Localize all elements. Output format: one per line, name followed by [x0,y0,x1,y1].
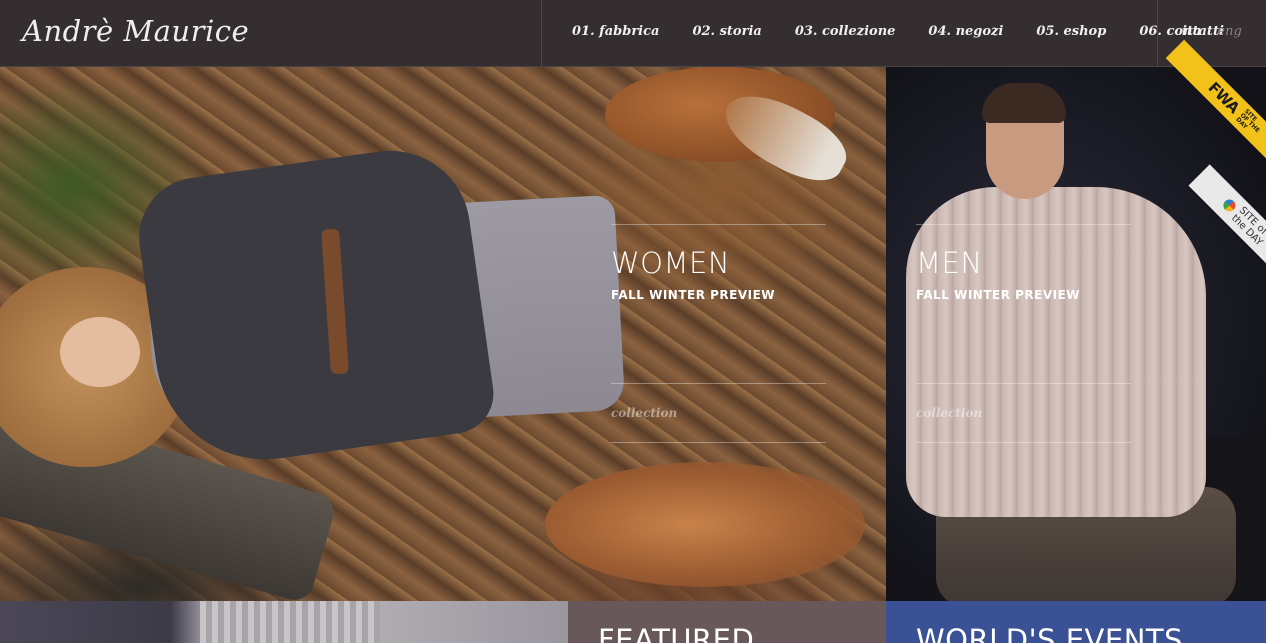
men-title: MEN [916,246,983,280]
lang-eng[interactable]: eng [1217,24,1241,39]
featured-tile[interactable]: FEATURED [568,601,886,643]
nav-item-collezione[interactable]: 03. collezione [795,24,896,39]
lang-ita[interactable]: ita [1182,24,1201,39]
photo-model-face [60,317,140,387]
men-rule-top [916,224,1131,225]
site-logo[interactable]: Andrè Maurice [22,14,249,48]
nav-item-negozi[interactable]: 04. negozi [928,24,1003,39]
site-header: Andrè Maurice 01. fabbrica 02. storia 03… [0,0,1266,67]
header-divider-right [1157,0,1158,66]
language-switcher: ita eng [1182,24,1242,39]
site-of-the-day-icon [1221,197,1239,215]
men-collection-link[interactable]: collection [916,406,982,420]
world-events-tile[interactable]: WORLD'S EVENTS [886,601,1266,643]
photo-model-cape [131,140,499,474]
women-collection-panel[interactable]: WOMEN FALL WINTER PREVIEW collection [0,67,886,601]
women-rule-bottom [611,442,826,443]
women-collection-link[interactable]: collection [611,406,677,420]
women-title: WOMEN [611,246,731,280]
nav-item-eshop[interactable]: 05. eshop [1036,24,1106,39]
women-rule-top [611,224,826,225]
men-rule-middle [916,383,1131,384]
photo-fox-bottom [545,462,865,587]
main-nav: 01. fabbrica 02. storia 03. collezione 0… [572,24,1224,39]
knitwear-tile[interactable] [0,601,568,643]
men-rule-bottom [916,442,1131,443]
nav-item-fabbrica[interactable]: 01. fabbrica [572,24,659,39]
women-rule-middle [611,383,826,384]
world-events-title: WORLD'S EVENTS [916,623,1184,643]
header-divider-left [541,0,542,66]
featured-title: FEATURED [598,623,755,643]
nav-item-storia[interactable]: 02. storia [692,24,761,39]
women-subtitle: FALL WINTER PREVIEW [611,288,776,302]
men-collection-panel[interactable]: MEN FALL WINTER PREVIEW collection [886,67,1266,601]
men-subtitle: FALL WINTER PREVIEW [916,288,1081,302]
photo-model-sweater [906,187,1206,517]
photo-knit-texture [200,601,380,643]
photo-model-hair [982,83,1066,123]
